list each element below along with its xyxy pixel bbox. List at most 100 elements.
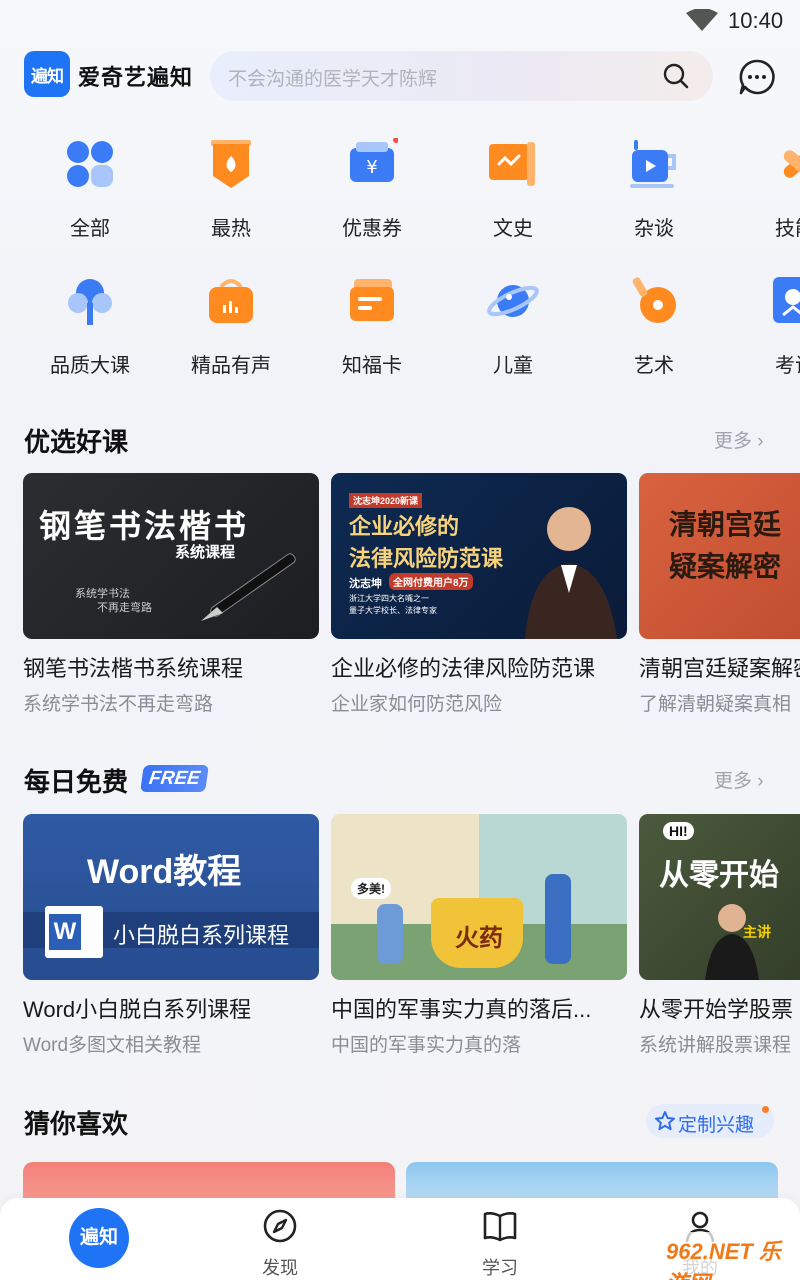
customize-interest-button[interactable]: 定制兴趣 [646,1104,774,1138]
category-label: 精品有声 [191,355,271,377]
app-screen: 10:40 遍知 爱奇艺遍知 不会沟通的医学天才陈辉 全部 最热 ¥ 优惠券 文… [0,0,800,1280]
category-label: 品质大课 [50,355,130,377]
thumb-note: 浙江大学四大名嘴之一 [349,594,429,603]
audio-bag-icon [209,279,253,323]
course-thumbnail: 沈志坤2020新课 企业必修的 法律风险防范课 沈志坤 全网付费用户8万 浙江大… [331,473,627,639]
course-thumbnail: HI! 从零开始 主讲 [639,814,800,980]
thumb-speech-bubble: 多美! [351,878,391,899]
thumb-name: 沈志坤 [349,578,382,590]
thumb-title: 企业必修的 [349,514,460,539]
course-subtitle: 企业家如何防范风险 [331,694,503,715]
thumb-title: 疑案解密 [669,551,782,582]
category-audio[interactable]: 精品有声 [161,275,301,385]
coupon-icon: ¥ [350,138,398,182]
more-link-free[interactable]: 更多 › [714,766,764,793]
free-badge: FREE [140,765,209,792]
course-subtitle: 系统学书法不再走弯路 [23,694,214,715]
svg-text:¥: ¥ [366,157,377,178]
category-label: 知福卡 [342,355,402,377]
category-label: 全部 [70,218,110,240]
status-time: 10:40 [728,8,784,33]
palette-icon [632,277,676,323]
course-thumbnail: Word教程 小白脱白系列课程 W [23,814,319,980]
category-kids[interactable]: 儿童 [443,275,583,385]
thumb-note: 不再走弯路 [97,602,152,614]
course-title: 企业必修的法律风险防范课 [331,656,596,681]
customize-interest-label: 定制兴趣 [678,1115,755,1136]
tab-study[interactable]: 学习 [440,1198,560,1280]
brand-name: 爱奇艺遍知 [78,65,194,90]
search-placeholder[interactable]: 不会沟通的医学天才陈辉 [228,64,437,91]
course-title: 从零开始学股票 [639,997,794,1022]
category-card[interactable]: 知福卡 [302,275,442,385]
category-skills[interactable]: 技能 [725,138,800,248]
section-title-free: 每日免费 [24,767,129,797]
wifi-icon [686,9,718,31]
pen-icon [201,553,296,621]
book-icon [483,1212,517,1242]
message-icon[interactable] [738,58,776,96]
thumb-title: Word教程 [87,853,242,891]
tab-discover[interactable]: 发现 [220,1198,340,1280]
compass-icon [263,1209,297,1243]
star-icon [655,1111,675,1131]
figure-image [545,874,571,964]
category-label: 杂谈 [634,218,674,240]
search-icon[interactable] [663,63,689,89]
thumb-title: 从零开始 [659,859,779,892]
watermark-logo: 962.NET 乐游网 [660,1232,800,1280]
planet-icon [487,285,539,317]
tab-label: 学习 [482,1258,518,1278]
course-thumbnail: 钢笔书法楷书 系统课程 系统学书法 不再走弯路 [23,473,319,639]
course-title: 中国的军事实力真的落后... [331,997,592,1022]
word-logo-icon: W [45,906,103,958]
category-talk[interactable]: 杂谈 [584,138,724,248]
category-quality[interactable]: 品质大课 [20,275,160,385]
thumb-tag: 沈志坤2020新课 [349,493,423,508]
thumb-title: 清朝宫廷 [669,509,782,540]
section-title-featured: 优选好课 [24,427,129,457]
category-all[interactable]: 全部 [20,138,160,248]
category-label: 优惠券 [342,218,402,240]
grid-icon [67,141,113,187]
thumb-subtitle: 小白脱白系列课程 [113,923,290,948]
thumb-hi: HI! [663,822,694,840]
exam-icon [773,277,800,323]
course-title: 清朝宫廷疑案解密 [639,656,800,681]
status-bar: 10:40 [0,0,800,44]
thumb-note: 量子大学校长、法律专家 [349,606,437,615]
thumb-barrel-label: 火药 [455,925,503,952]
category-label: 艺术 [634,355,674,377]
course-subtitle: Word多图文相关教程 [23,1035,202,1056]
category-hot[interactable]: 最热 [161,138,301,248]
course-thumbnail: 火药 多美! [331,814,627,980]
category-history[interactable]: 文史 [443,138,583,248]
category-label: 儿童 [493,355,533,377]
course-title: Word小白脱白系列课程 [23,997,252,1022]
course-thumbnail: 清朝宫廷 疑案解密 [639,473,800,639]
tools-icon [783,150,800,178]
notification-dot [762,1106,769,1113]
card-icon [350,279,394,321]
category-art[interactable]: 艺术 [584,275,724,385]
course-subtitle: 了解清朝疑案真相 [639,694,792,715]
fire-icon [211,140,251,188]
category-label: 文史 [493,218,533,240]
search-bar[interactable]: 不会沟通的医学天才陈辉 [210,51,713,101]
category-exam[interactable]: 考试 [725,275,800,385]
course-title: 钢笔书法楷书系统课程 [23,656,244,681]
category-label: 技能 [775,218,800,240]
tree-icon [68,279,112,325]
course-subtitle: 系统讲解股票课程 [639,1035,792,1056]
category-label: 最热 [211,218,251,240]
category-label: 考试 [775,355,800,377]
flag-icon [489,142,535,186]
course-subtitle: 中国的军事实力真的落 [331,1035,522,1056]
category-coupon[interactable]: ¥ 优惠券 [302,138,442,248]
app-logo: 遍知 [24,51,70,97]
thumb-badge: 全网付费用户8万 [389,573,473,590]
more-link-featured[interactable]: 更多 › [714,426,764,453]
section-title-guess: 猜你喜欢 [24,1109,129,1139]
thumb-title: 法律风险防范课 [349,546,504,571]
tab-home[interactable]: 遍知 [69,1208,129,1268]
